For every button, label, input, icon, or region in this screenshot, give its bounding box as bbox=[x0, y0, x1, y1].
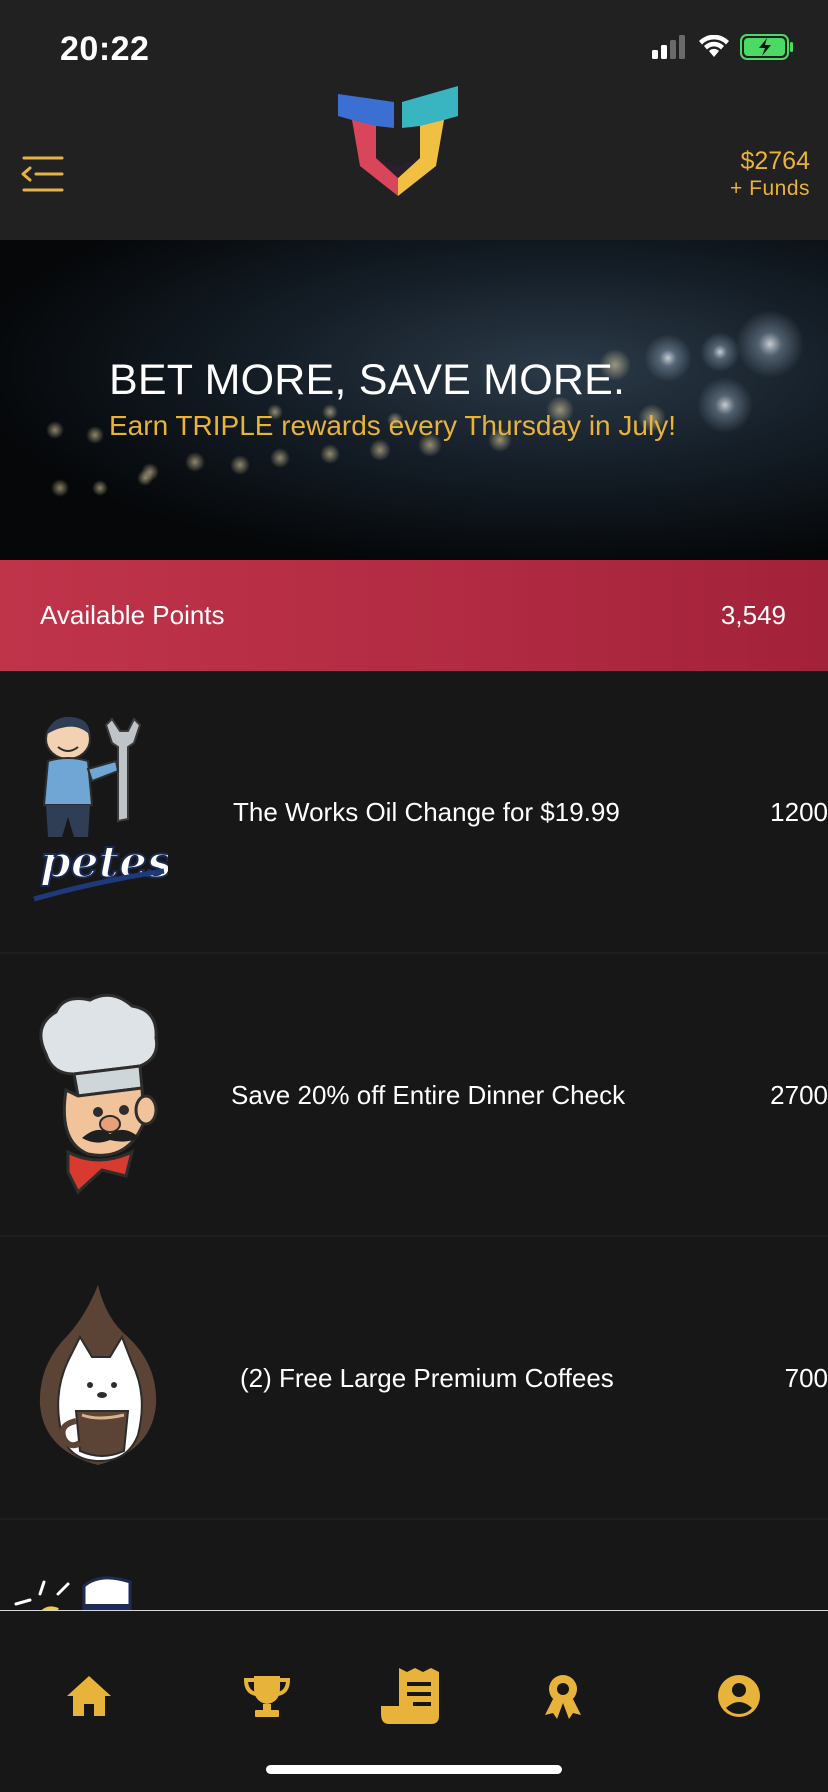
reward-item[interactable]: petes The Works Oil Change for $19.99 12… bbox=[0, 671, 828, 954]
chef-mascot-icon bbox=[39, 993, 159, 1195]
partial-reward-logo bbox=[10, 1560, 150, 1610]
wifi-icon bbox=[699, 35, 729, 57]
petes-automotive-logo: petes bbox=[28, 709, 173, 919]
coffee-cat-mascot-icon bbox=[39, 1285, 157, 1465]
trophy-icon bbox=[244, 1676, 290, 1717]
menu-collapse-icon bbox=[21, 156, 64, 192]
banner-subtitle: Earn TRIPLE rewards every Thursday in Ju… bbox=[109, 410, 676, 441]
status-bar: 20:22 bbox=[0, 0, 828, 90]
tab-profile[interactable] bbox=[704, 1661, 774, 1731]
add-funds-label: + Funds bbox=[730, 177, 810, 200]
reward-title: The Works Oil Change for $19.99 bbox=[233, 797, 620, 827]
home-icon bbox=[67, 1676, 111, 1716]
profile-icon bbox=[718, 1675, 760, 1717]
rewards-list: petes The Works Oil Change for $19.99 12… bbox=[0, 671, 828, 1610]
signal-icon bbox=[652, 35, 685, 59]
reward-points: 2700 bbox=[770, 1080, 828, 1110]
award-icon bbox=[545, 1675, 581, 1719]
reward-title: (2) Free Large Premium Coffees bbox=[240, 1363, 614, 1393]
receipt-icon bbox=[381, 1668, 439, 1724]
tab-receipt[interactable] bbox=[376, 1661, 448, 1731]
funds-amount: $2764 bbox=[740, 147, 810, 175]
tab-awards[interactable] bbox=[528, 1661, 598, 1731]
banner-title: BET MORE, SAVE MORE. bbox=[109, 356, 626, 404]
battery-icon bbox=[740, 34, 793, 60]
status-icons bbox=[652, 34, 794, 60]
app-logo bbox=[336, 86, 460, 196]
status-time: 20:22 bbox=[60, 30, 150, 68]
tab-home[interactable] bbox=[54, 1661, 124, 1731]
chef-restaurant-logo bbox=[28, 992, 168, 1202]
promo-banner[interactable]: BET MORE, SAVE MORE. Earn TRIPLE rewards… bbox=[0, 240, 828, 560]
tab-trophy[interactable] bbox=[232, 1661, 302, 1731]
reward-points: 700 bbox=[784, 1363, 828, 1393]
mechanic-mascot-icon: petes bbox=[33, 716, 173, 902]
shield-logo-icon bbox=[338, 86, 458, 196]
available-points-label: Available Points bbox=[40, 600, 225, 630]
sailor-mascot-icon bbox=[14, 1576, 132, 1610]
coffee-shop-logo bbox=[28, 1275, 168, 1485]
funds-button[interactable]: $2764 + Funds bbox=[730, 146, 810, 202]
available-points-value: 3,549 bbox=[720, 600, 786, 630]
reward-item[interactable]: Save 20% off Entire Dinner Check 2700 bbox=[0, 954, 828, 1237]
home-indicator[interactable] bbox=[266, 1765, 562, 1774]
reward-item[interactable]: (2) Free Large Premium Coffees 700 bbox=[0, 1237, 828, 1520]
reward-item[interactable] bbox=[0, 1520, 828, 1610]
reward-points: 1200 bbox=[770, 797, 828, 827]
reward-title: Save 20% off Entire Dinner Check bbox=[231, 1080, 626, 1110]
menu-button[interactable] bbox=[18, 154, 64, 194]
available-points-bar: Available Points 3,549 bbox=[0, 560, 828, 671]
app-header: $2764 + Funds bbox=[0, 86, 828, 240]
